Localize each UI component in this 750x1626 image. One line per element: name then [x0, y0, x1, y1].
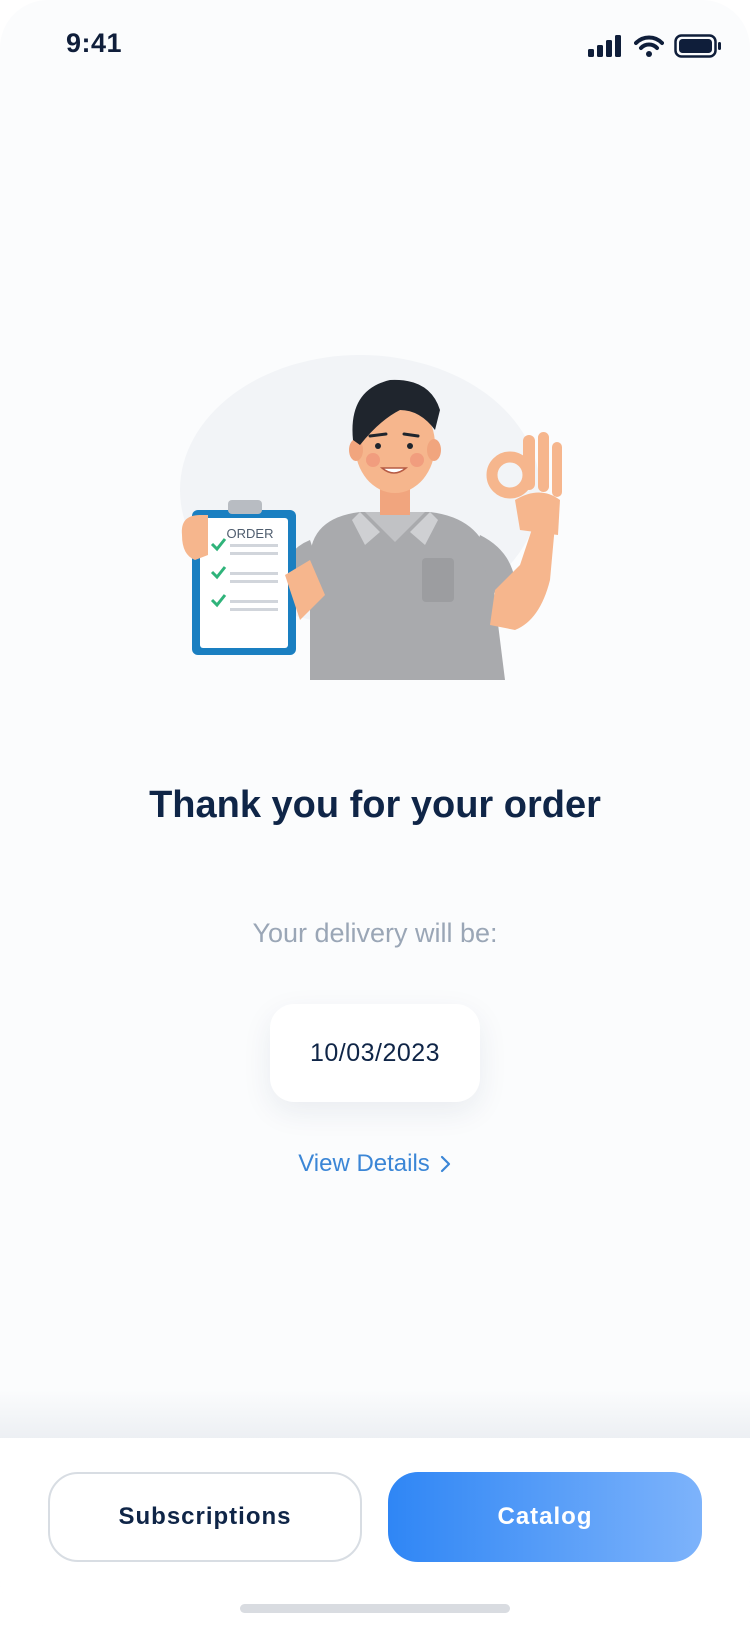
footer-shadow [0, 1390, 750, 1438]
delivery-date-card: 10/03/2023 [270, 1004, 480, 1102]
chevron-right-icon [440, 1155, 450, 1173]
order-confirmed-illustration: ORDER [180, 355, 562, 680]
delivery-subtitle: Your delivery will be: [252, 918, 498, 948]
battery-icon [674, 34, 721, 58]
confirmation-screen: 9:41 ORDER Thank you for your order Your… [0, 0, 750, 1626]
wifi-icon [634, 35, 664, 57]
view-details-label: View Details [298, 1150, 430, 1177]
subscriptions-button-label: Subscriptions [118, 1503, 292, 1530]
catalog-button[interactable]: Catalog [388, 1472, 702, 1562]
page-title: Thank you for your order [149, 784, 601, 826]
cellular-signal-icon [588, 35, 621, 57]
delivery-date: 10/03/2023 [309, 1038, 441, 1067]
view-details-link[interactable]: View Details [0, 1150, 750, 1178]
status-time: 9:41 [66, 28, 123, 58]
catalog-button-label: Catalog [497, 1503, 593, 1530]
subscriptions-button[interactable]: Subscriptions [48, 1472, 362, 1562]
clipboard-order-label: ORDER [227, 526, 274, 541]
home-indicator [240, 1604, 510, 1613]
status-icons [588, 32, 722, 60]
